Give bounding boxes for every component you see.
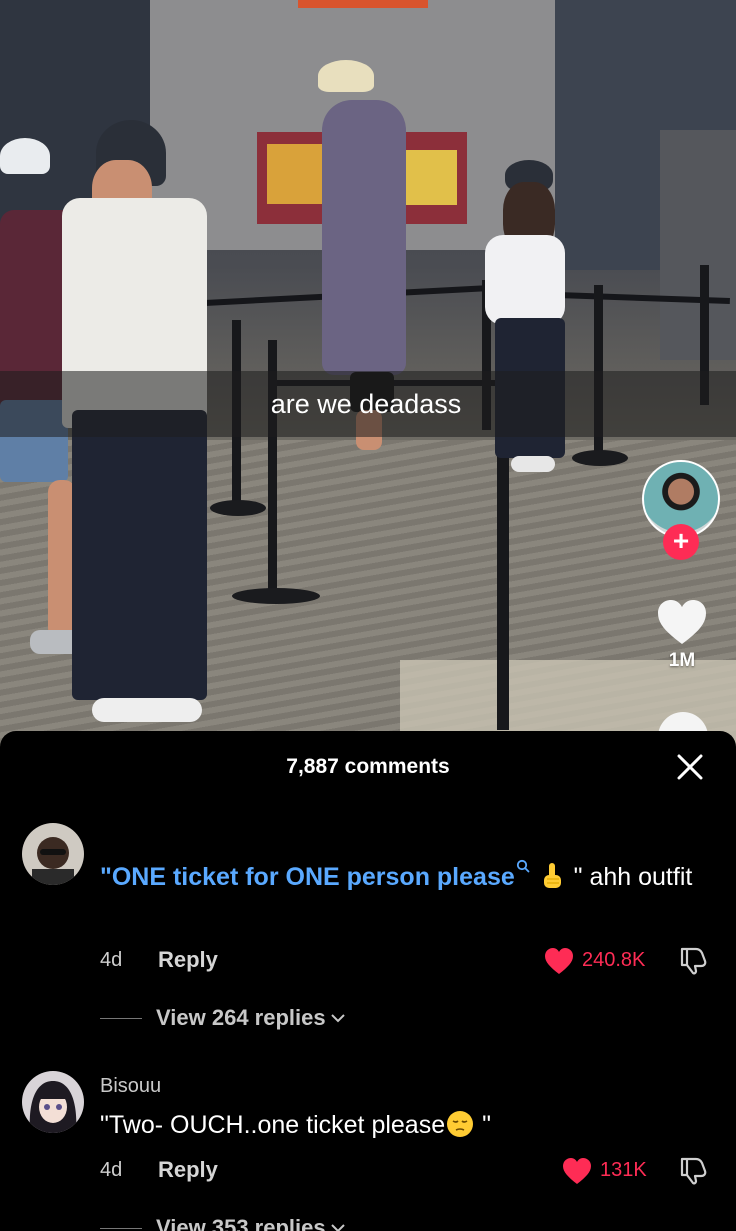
comment-text-rest: " ahh outfit	[566, 863, 693, 891]
dislike-icon[interactable]	[678, 1155, 708, 1185]
heart-icon[interactable]	[544, 947, 574, 975]
creator-avatar[interactable]: +	[642, 460, 722, 560]
comment-like-count: 240.8K	[582, 949, 646, 971]
video-caption: are we deadass	[0, 371, 736, 437]
avatar[interactable]	[22, 1071, 84, 1133]
follow-button[interactable]: +	[663, 524, 699, 560]
comment-like-count: 131K	[600, 1159, 647, 1181]
chevron-down-icon	[330, 1014, 345, 1023]
replies-divider	[100, 1227, 142, 1229]
avatar[interactable]	[22, 823, 84, 885]
comment-item: Bisouu "Two- OUCH..one ticket please " 4…	[0, 1071, 736, 1231]
pensive-face-emoji	[447, 1111, 474, 1137]
view-replies-label[interactable]: View 264 replies	[156, 1005, 326, 1031]
heart-icon[interactable]	[562, 1157, 592, 1185]
caption-text: are we deadass	[270, 388, 462, 419]
background-door	[660, 130, 736, 360]
queue-stanchion	[210, 500, 266, 516]
comment-text-highlight[interactable]: "ONE ticket for ONE person please	[100, 863, 515, 891]
background-sign	[298, 0, 428, 8]
comment-text: "Two- OUCH..one ticket please "	[100, 1107, 700, 1144]
queue-stanchion	[232, 588, 320, 604]
comments-sheet: 7,887 comments "ONE ticket for ONE perso…	[0, 731, 736, 1231]
chevron-down-icon	[330, 1224, 345, 1231]
like-count: 1M	[668, 650, 696, 671]
comment-text: "ONE ticket for ONE person please " ahh …	[100, 859, 700, 896]
search-icon[interactable]	[516, 859, 530, 875]
reply-button[interactable]: Reply	[158, 1157, 218, 1183]
comments-count-title: 7,887 comments	[286, 755, 450, 778]
comment-text-end: "	[475, 1111, 491, 1139]
comment-age: 4d	[100, 1159, 123, 1181]
comment-age: 4d	[100, 949, 123, 971]
close-icon[interactable]	[674, 751, 706, 783]
dislike-icon[interactable]	[678, 945, 708, 975]
comment-text-main: "Two- OUCH..one ticket please	[100, 1111, 446, 1139]
comment-item: "ONE ticket for ONE person please " ahh …	[0, 823, 736, 1033]
video-player[interactable]: are we deadass + 1M	[0, 0, 736, 760]
view-replies-button[interactable]: View 264 replies	[100, 1005, 346, 1031]
reply-button[interactable]: Reply	[158, 947, 218, 973]
comment-username[interactable]: Bisouu	[100, 1075, 161, 1098]
pointing-up-emoji	[543, 863, 561, 888]
view-replies-button[interactable]: View 353 replies	[100, 1215, 346, 1231]
view-replies-label[interactable]: View 353 replies	[156, 1215, 326, 1231]
person-figure	[0, 138, 50, 178]
heart-icon[interactable]	[656, 598, 708, 646]
queue-stanchion	[572, 450, 628, 466]
replies-divider	[100, 1017, 142, 1019]
